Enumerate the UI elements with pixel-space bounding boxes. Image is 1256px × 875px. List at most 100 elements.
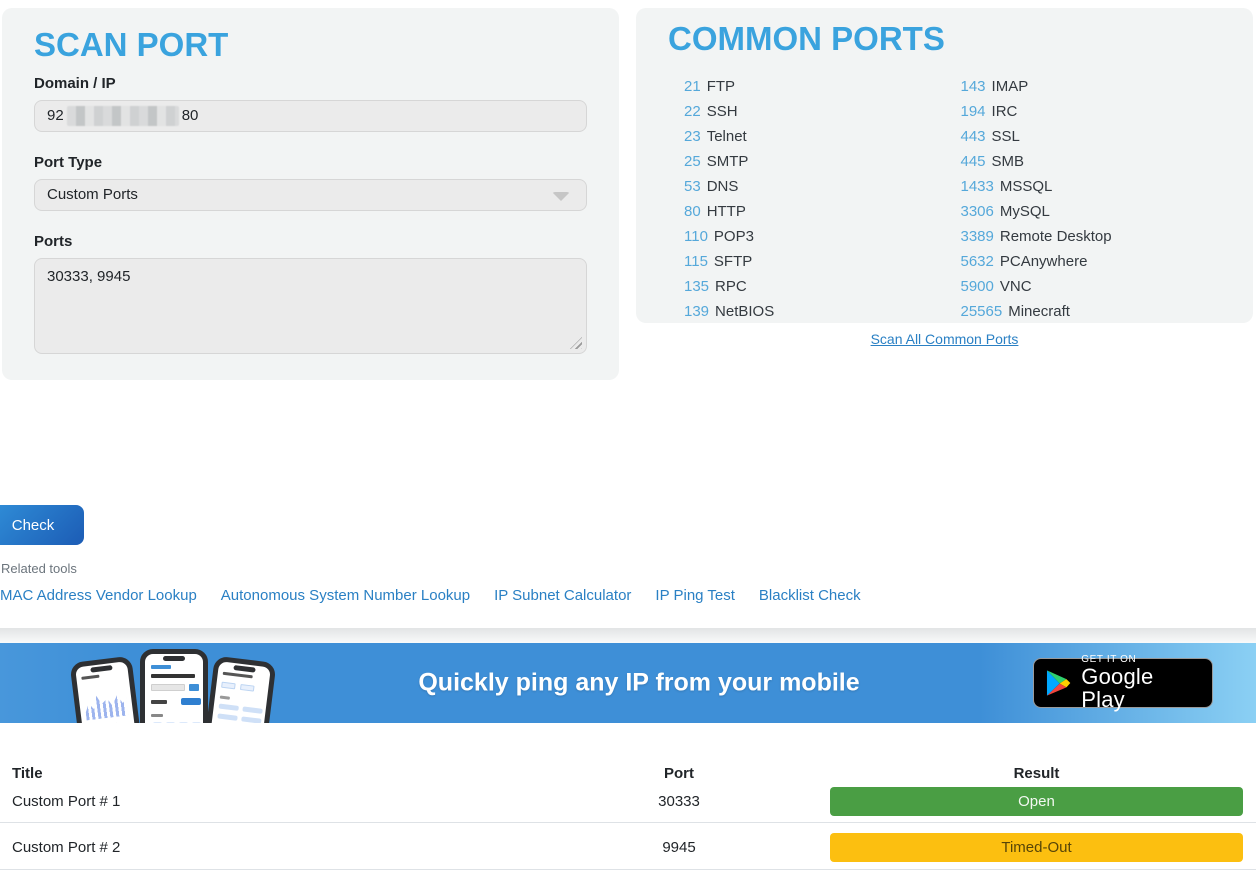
port-link[interactable]: 5900 bbox=[961, 278, 994, 295]
list-item: 135 RPC bbox=[668, 274, 945, 299]
port-service-name: PCAnywhere bbox=[1000, 253, 1088, 270]
list-item: 21 FTP bbox=[668, 74, 945, 99]
related-tools-links: MAC Address Vendor Lookup Autonomous Sys… bbox=[0, 587, 861, 604]
port-type-label: Port Type bbox=[34, 154, 587, 171]
port-link[interactable]: 25565 bbox=[961, 303, 1003, 320]
list-item: 3306 MySQL bbox=[945, 199, 1222, 224]
port-link[interactable]: 80 bbox=[684, 203, 701, 220]
list-item: 115SFTP bbox=[668, 249, 945, 274]
common-ports-list: 21 FTP 22 SSH 23 Telnet 25SMTP 53 DNS 80 HTTP… bbox=[668, 74, 1221, 324]
page-title: SCAN PORT bbox=[34, 26, 587, 64]
port-link[interactable]: 115 bbox=[684, 253, 708, 270]
port-link[interactable]: 194 bbox=[961, 103, 986, 120]
table-row: Custom Port # 2 9945 Timed-Out bbox=[0, 833, 1256, 862]
mobile-app-banner: Quickly ping any IP from your mobile GET… bbox=[0, 643, 1256, 723]
list-item: 22 SSH bbox=[668, 99, 945, 124]
results-header-row: Title Port Result bbox=[0, 765, 1256, 782]
list-item: 5632 PCAnywhere bbox=[945, 249, 1222, 274]
related-link-asn-lookup[interactable]: Autonomous System Number Lookup bbox=[221, 587, 470, 604]
status-badge-open: Open bbox=[830, 787, 1243, 816]
check-button[interactable]: Check bbox=[0, 505, 84, 545]
port-service-name: MSSQL bbox=[1000, 178, 1053, 195]
list-item: 139 NetBIOS bbox=[668, 299, 945, 324]
domain-ip-value-prefix: 92 bbox=[47, 107, 64, 124]
divider bbox=[0, 869, 1256, 870]
port-link[interactable]: 23 bbox=[684, 128, 701, 145]
domain-ip-label: Domain / IP bbox=[34, 75, 587, 92]
column-header-port: Port bbox=[609, 765, 749, 782]
port-service-name: SSH bbox=[707, 103, 738, 120]
port-service-name: Minecraft bbox=[1008, 303, 1070, 320]
port-link[interactable]: 22 bbox=[684, 103, 701, 120]
port-link[interactable]: 445 bbox=[961, 153, 986, 170]
google-play-badge[interactable]: GET IT ON Google Play bbox=[1033, 658, 1213, 708]
port-service-name: Remote Desktop bbox=[1000, 228, 1112, 245]
port-service-name: HTTP bbox=[707, 203, 746, 220]
list-item: 25SMTP bbox=[668, 149, 945, 174]
port-service-name: RPC bbox=[715, 278, 747, 295]
port-link[interactable]: 21 bbox=[684, 78, 701, 95]
port-link[interactable]: 135 bbox=[684, 278, 709, 295]
domain-ip-value-suffix: 80 bbox=[182, 107, 199, 124]
divider bbox=[0, 628, 1256, 643]
divider bbox=[0, 822, 1256, 823]
port-link[interactable]: 3389 bbox=[961, 228, 994, 245]
port-service-name: IMAP bbox=[992, 78, 1029, 95]
port-link[interactable]: 1433 bbox=[961, 178, 994, 195]
ports-value: 30333, 9945 bbox=[47, 268, 130, 285]
row-title: Custom Port # 2 bbox=[12, 839, 609, 856]
port-service-name: SSL bbox=[992, 128, 1020, 145]
port-link[interactable]: 143 bbox=[961, 78, 986, 95]
related-tools-label: Related tools bbox=[1, 561, 77, 576]
port-link[interactable]: 5632 bbox=[961, 253, 994, 270]
related-link-ip-ping-test[interactable]: IP Ping Test bbox=[655, 587, 735, 604]
list-item: 23 Telnet bbox=[668, 124, 945, 149]
scan-all-common-ports-link[interactable]: Scan All Common Ports bbox=[871, 331, 1019, 347]
common-ports-column-2: 143 IMAP 194 IRC 443 SSL 445 SMB 1433 MSSQL 3… bbox=[945, 74, 1222, 324]
port-type-select[interactable]: Custom Ports bbox=[34, 179, 587, 211]
port-service-name: DNS bbox=[707, 178, 739, 195]
port-service-name: MySQL bbox=[1000, 203, 1050, 220]
port-service-name: NetBIOS bbox=[715, 303, 774, 320]
table-row: Custom Port # 1 30333 Open bbox=[0, 787, 1256, 816]
port-service-name: FTP bbox=[707, 78, 735, 95]
list-item: 110 POP3 bbox=[668, 224, 945, 249]
banner-headline: Quickly ping any IP from your mobile bbox=[418, 669, 859, 698]
resize-handle-icon[interactable] bbox=[570, 337, 582, 349]
related-link-blacklist-check[interactable]: Blacklist Check bbox=[759, 587, 861, 604]
related-link-ip-subnet-calculator[interactable]: IP Subnet Calculator bbox=[494, 587, 631, 604]
port-link[interactable]: 443 bbox=[961, 128, 986, 145]
phone-mockup-center bbox=[140, 649, 208, 723]
common-ports-title: COMMON PORTS bbox=[668, 20, 1221, 58]
chevron-down-icon bbox=[552, 192, 570, 201]
list-item: 80 HTTP bbox=[668, 199, 945, 224]
port-link[interactable]: 3306 bbox=[961, 203, 994, 220]
port-service-name: POP3 bbox=[714, 228, 754, 245]
phone-mockup-right bbox=[202, 656, 277, 723]
port-link[interactable]: 25 bbox=[684, 153, 701, 170]
list-item: 443 SSL bbox=[945, 124, 1222, 149]
port-type-selected-value: Custom Ports bbox=[47, 186, 138, 203]
column-header-title: Title bbox=[12, 765, 609, 782]
list-item: 194 IRC bbox=[945, 99, 1222, 124]
list-item: 5900VNC bbox=[945, 274, 1222, 299]
port-service-name: Telnet bbox=[707, 128, 747, 145]
list-item: 3389 Remote Desktop bbox=[945, 224, 1222, 249]
list-item: 445 SMB bbox=[945, 149, 1222, 174]
google-play-icon bbox=[1046, 669, 1071, 697]
related-link-mac-address-vendor-lookup[interactable]: MAC Address Vendor Lookup bbox=[0, 587, 197, 604]
status-badge-timed-out: Timed-Out bbox=[830, 833, 1243, 862]
row-port: 30333 bbox=[609, 793, 749, 810]
domain-ip-input[interactable]: 92 80 bbox=[34, 100, 587, 132]
list-item: 25565 Minecraft bbox=[945, 299, 1222, 324]
port-service-name: SMB bbox=[992, 153, 1025, 170]
ports-textarea[interactable]: 30333, 9945 bbox=[34, 258, 587, 354]
port-link[interactable]: 139 bbox=[684, 303, 709, 320]
port-service-name: IRC bbox=[992, 103, 1018, 120]
common-ports-column-1: 21 FTP 22 SSH 23 Telnet 25SMTP 53 DNS 80 HTTP… bbox=[668, 74, 945, 324]
port-link[interactable]: 110 bbox=[684, 228, 708, 245]
list-item: 53 DNS bbox=[668, 174, 945, 199]
scan-port-panel: SCAN PORT Domain / IP 92 80 Port Type Cu… bbox=[2, 8, 619, 380]
port-link[interactable]: 53 bbox=[684, 178, 701, 195]
google-play-text: GET IT ON Google Play bbox=[1081, 655, 1200, 712]
